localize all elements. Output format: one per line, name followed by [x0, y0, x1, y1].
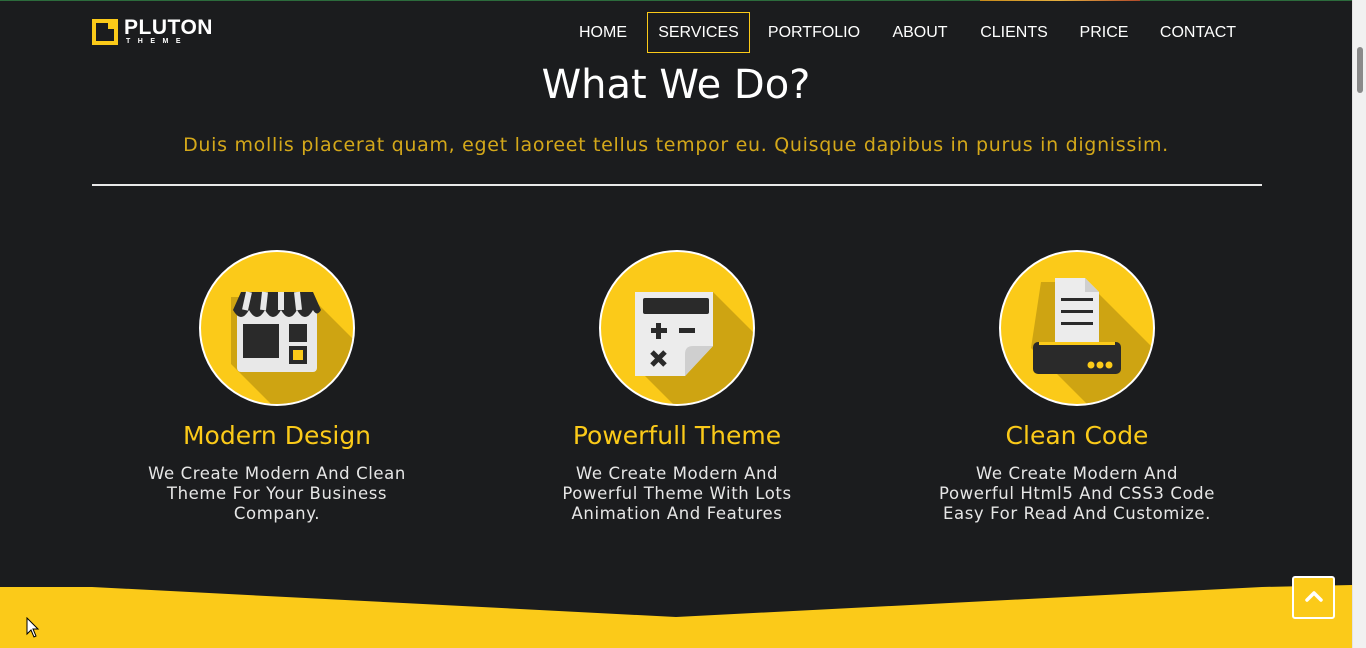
printer-icon [999, 250, 1155, 406]
yellow-band [0, 585, 1352, 648]
mouse-cursor-icon [26, 617, 40, 638]
vertical-scrollbar[interactable] [1352, 0, 1366, 648]
feature-title: Clean Code [1005, 421, 1149, 450]
nav-about[interactable]: ABOUT [880, 12, 960, 53]
feature-text: We Create Modern And Powerful Html5 And … [939, 464, 1215, 523]
nav-clients[interactable]: CLIENTS [970, 12, 1058, 53]
brand-logo[interactable]: PLUTON THEME [92, 16, 222, 48]
scroll-top-button[interactable] [1292, 576, 1335, 619]
brand-tagline: THEME [126, 38, 188, 45]
feature-modern-design: Modern Design We Create Modern And Clean… [127, 250, 427, 524]
navbar: PLUTON THEME HOME SERVICES PORTFOLIO ABO… [0, 1, 1352, 64]
feature-clean-code: Clean Code We Create Modern And Powerful… [927, 250, 1227, 524]
chevron-up-icon [1305, 591, 1323, 602]
feature-powerfull-theme: Powerfull Theme We Create Modern And Pow… [527, 250, 827, 524]
brand-name: PLUTON [124, 16, 213, 39]
storefront-icon [199, 250, 355, 406]
section-divider [92, 184, 1262, 186]
feature-title: Modern Design [182, 421, 372, 450]
section-subtitle: Duis mollis placerat quam, eget laoreet … [183, 134, 1169, 156]
calculator-icon [599, 250, 755, 406]
logo-mark-icon [92, 19, 118, 45]
scrollbar-thumb[interactable] [1357, 47, 1363, 93]
page: PLUTON THEME HOME SERVICES PORTFOLIO ABO… [0, 0, 1366, 648]
nav-price[interactable]: PRICE [1070, 12, 1138, 53]
nav-services[interactable]: SERVICES [647, 12, 750, 53]
nav-portfolio[interactable]: PORTFOLIO [758, 12, 870, 53]
feature-text: We Create Modern And Clean Theme For You… [148, 464, 406, 523]
section-title: What We Do? [541, 62, 811, 108]
nav-home[interactable]: HOME [567, 12, 639, 53]
feature-title: Powerfull Theme [572, 421, 782, 450]
feature-text: We Create Modern And Powerful Theme With… [562, 464, 792, 523]
nav-contact[interactable]: CONTACT [1148, 12, 1248, 53]
